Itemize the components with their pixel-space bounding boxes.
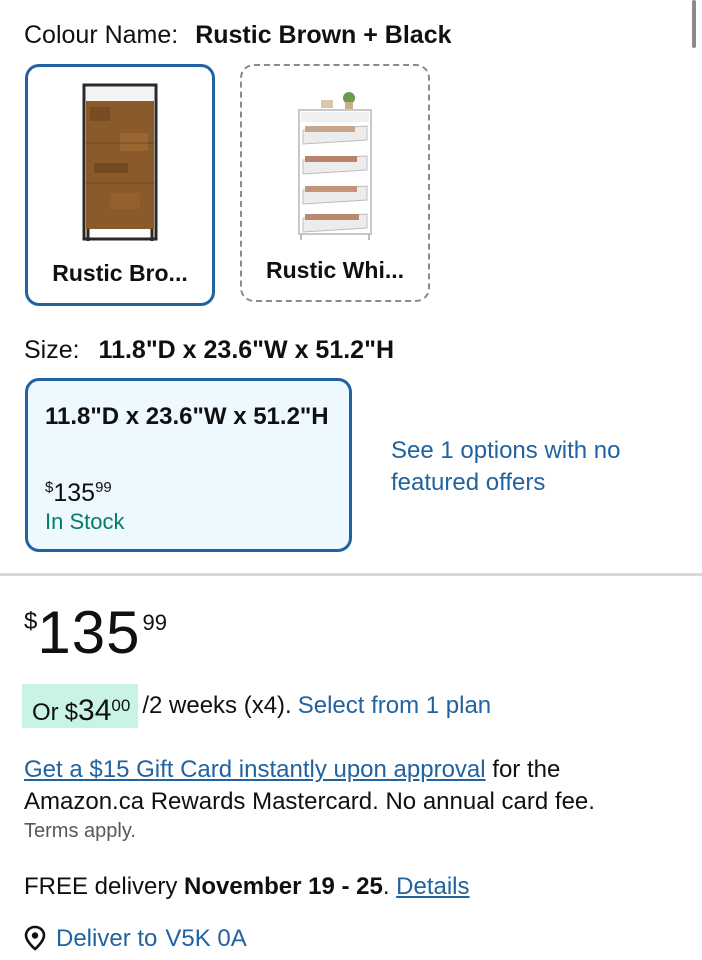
colour-swatch-rustic-brown[interactable]: Rustic Bro...: [25, 64, 215, 306]
price-cents: 99: [142, 610, 167, 635]
size-option-price: $13599: [45, 473, 112, 508]
price-whole: 135: [37, 599, 141, 666]
plan-currency: $: [64, 699, 79, 726]
stock-status: In Stock: [45, 509, 125, 534]
deliver-to-link[interactable]: Deliver to V5K 0A: [22, 924, 247, 954]
size-label: Size:: [24, 336, 80, 364]
swatch-label: Rustic Bro...: [52, 260, 188, 286]
product-options-page: Colour Name: Rustic Brown + Black Rustic…: [0, 0, 702, 960]
delivery-prefix: FREE delivery: [24, 873, 185, 900]
plan-period: /2 weeks (x4).: [142, 692, 292, 719]
terms-text: Terms apply.: [24, 820, 136, 842]
postal-code: V5K 0A: [165, 925, 247, 952]
rustic-white-shoe-cabinet-image: [298, 92, 372, 240]
deliver-to-label: Deliver to: [56, 925, 158, 952]
delivery-row: FREE delivery November 19 - 25. Details: [24, 872, 470, 902]
colour-name-row: Colour Name: Rustic Brown + Black: [24, 20, 452, 50]
select-plan-link[interactable]: Select from 1 plan: [298, 692, 491, 719]
delivery-date: November 19 - 25: [184, 873, 383, 900]
size-value: 11.8"D x 23.6"W x 51.2"H: [98, 336, 394, 364]
location-pin-icon: [24, 925, 46, 951]
payment-plan-row: Or $3400/2 weeks (x4). Select from 1 plan: [22, 684, 491, 728]
colour-name-label: Colour Name:: [24, 21, 179, 49]
colour-swatch-rustic-white[interactable]: Rustic Whi...: [240, 64, 430, 302]
gift-card-link[interactable]: Get a $15 Gift Card instantly upon appro…: [24, 756, 486, 783]
plan-cents: 00: [111, 696, 131, 715]
price-cents: 99: [95, 479, 112, 496]
gift-card-offer: Get a $15 Gift Card instantly upon appro…: [24, 754, 684, 818]
details-link[interactable]: Details: [396, 873, 469, 900]
plan-amount-chip: Or $3400: [22, 684, 139, 728]
plan-prefix: Or: [32, 699, 59, 726]
delivery-suffix: .: [382, 873, 397, 900]
section-divider: [0, 573, 702, 576]
rustic-brown-cabinet-image: [82, 83, 158, 241]
size-option-title: 11.8"D x 23.6"W x 51.2"H: [45, 403, 329, 430]
size-option-card[interactable]: 11.8"D x 23.6"W x 51.2"H $13599 In Stock: [25, 378, 352, 552]
scrollbar[interactable]: [692, 0, 696, 48]
see-options-link[interactable]: See 1 options with no featured offers: [391, 435, 651, 499]
plan-whole: 34: [78, 694, 112, 727]
product-price: $13599: [24, 600, 167, 666]
swatch-label: Rustic Whi...: [266, 257, 404, 283]
colour-name-value: Rustic Brown + Black: [195, 21, 452, 49]
price-currency: $: [24, 608, 38, 635]
size-row: Size: 11.8"D x 23.6"W x 51.2"H: [24, 335, 394, 365]
price-whole: 135: [53, 479, 96, 507]
